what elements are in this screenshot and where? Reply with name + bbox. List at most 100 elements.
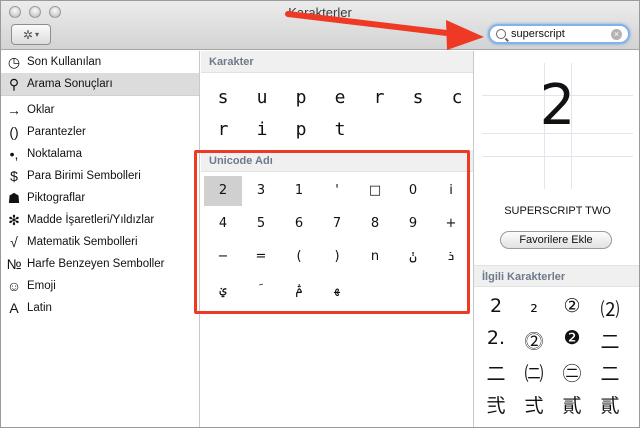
- unicode-character-cell[interactable]: ࢩ: [204, 275, 242, 305]
- window-title: Karakterler: [288, 5, 352, 20]
- unicode-character-cell[interactable]: −: [204, 242, 242, 272]
- related-character-cell[interactable]: 貳: [591, 391, 629, 418]
- sidebar-item-math-symbols[interactable]: √ Matematik Sembolleri: [1, 231, 199, 253]
- search-field[interactable]: ×: [488, 24, 630, 44]
- unicode-character-cell[interactable]: i: [432, 176, 470, 206]
- related-character-cell[interactable]: ②: [553, 295, 591, 317]
- sidebar-item-label: Piktograflar: [27, 192, 86, 204]
- sidebar-item-label: Madde İşaretleri/Yıldızlar: [27, 214, 155, 226]
- character-cell[interactable]: u: [243, 87, 281, 108]
- character-cell[interactable]: c: [438, 87, 476, 108]
- unicode-character-cell[interactable]: 1: [280, 176, 318, 206]
- sidebar-item-label: Harfe Benzeyen Semboller: [27, 258, 165, 270]
- unicode-section-header: Unicode Adı: [201, 150, 473, 172]
- character-cell[interactable]: t: [321, 119, 359, 140]
- unicode-character-cell[interactable]: 2: [204, 176, 242, 206]
- clear-search-icon[interactable]: ×: [611, 28, 622, 40]
- asterisk-icon: ✻: [8, 211, 20, 228]
- unicode-character-cell[interactable]: ﮭ: [318, 275, 356, 305]
- related-character-cell[interactable]: 弍: [515, 391, 553, 418]
- unicode-character-cell[interactable]: 4: [204, 209, 242, 239]
- sidebar-item-label: Parantezler: [27, 126, 86, 138]
- sidebar-item-search-results[interactable]: ⚲ Arama Sonuçları: [1, 73, 199, 95]
- related-character-cell[interactable]: ⑵: [591, 295, 629, 322]
- dollar-icon: $: [10, 168, 18, 184]
- related-character-cell[interactable]: 貳: [553, 391, 591, 418]
- sidebar-item-punctuation[interactable]: •, Noktalama: [1, 143, 199, 165]
- sidebar-item-recent[interactable]: ◷ Son Kullanılan: [1, 51, 199, 73]
- character-cell[interactable]: p: [282, 119, 320, 140]
- sidebar-item-parentheses[interactable]: () Parantezler: [1, 121, 199, 143]
- related-character-cell[interactable]: ⓶: [515, 327, 553, 354]
- unicode-character-cell[interactable]: 8: [356, 209, 394, 239]
- smiley-icon: ☺: [6, 278, 22, 294]
- sidebar-item-arrows[interactable]: → Oklar: [1, 99, 199, 121]
- character-section-header: Karakter: [201, 51, 473, 73]
- related-character-cell[interactable]: ₂: [515, 295, 553, 317]
- detail-panel: 2 SUPERSCRIPT TWO Favorilere Ekle İlgili…: [473, 51, 639, 427]
- related-character-cell[interactable]: ❷: [553, 327, 591, 349]
- results-panel: Karakter superscript Unicode Adı 2 3 1 ' □ 0 i…: [201, 51, 476, 427]
- character-cell[interactable]: e: [321, 87, 359, 108]
- clock-icon: ◷: [7, 53, 21, 70]
- pictograph-icon: ☗: [7, 189, 21, 206]
- unicode-character-cell[interactable]: ): [318, 242, 356, 272]
- character-name: SUPERSCRIPT TWO: [504, 205, 611, 217]
- sidebar-item-label: Matematik Sembolleri: [27, 236, 138, 248]
- related-character-cell[interactable]: 二: [477, 359, 515, 386]
- sidebar-item-pictographs[interactable]: ☗ Piktograflar: [1, 187, 199, 209]
- search-input[interactable]: [511, 28, 607, 40]
- character-cell[interactable]: s: [399, 87, 437, 108]
- unicode-character-cell[interactable]: (: [280, 242, 318, 272]
- unicode-character-cell[interactable]: 6: [280, 209, 318, 239]
- sidebar-item-label: Son Kullanılan: [27, 56, 102, 68]
- unicode-character-cell[interactable]: 0: [394, 176, 432, 206]
- square-root-icon: √: [10, 234, 18, 250]
- unicode-character-cell[interactable]: ݩ: [394, 242, 432, 272]
- sidebar-item-bullets-stars[interactable]: ✻ Madde İşaretleri/Yıldızlar: [1, 209, 199, 231]
- gear-icon: ✲: [22, 27, 34, 42]
- character-cell[interactable]: r: [204, 119, 242, 140]
- unicode-character-cell[interactable]: ࢧ: [280, 275, 318, 305]
- preview-glyph: 2: [539, 73, 576, 138]
- unicode-character-cell[interactable]: n: [356, 242, 394, 272]
- related-character-cell[interactable]: ㈡: [515, 359, 553, 386]
- add-to-favorites-button[interactable]: Favorilere Ekle: [500, 231, 612, 249]
- unicode-character-cell[interactable]: □: [356, 176, 394, 206]
- baseline-guide: [482, 156, 633, 157]
- sidebar-item-label: Oklar: [27, 104, 55, 116]
- related-character-cell[interactable]: ㊁: [553, 359, 591, 386]
- character-cell[interactable]: r: [360, 87, 398, 108]
- sidebar-item-latin[interactable]: A Latin: [1, 297, 199, 319]
- magnifier-icon: ⚲: [8, 75, 20, 92]
- unicode-character-cell[interactable]: +: [432, 209, 470, 239]
- unicode-character-cell[interactable]: 3: [242, 176, 280, 206]
- sidebar-item-label: Para Birimi Sembolleri: [27, 170, 141, 182]
- character-cell[interactable]: s: [204, 87, 242, 108]
- arrow-icon: →: [7, 102, 21, 118]
- sidebar-divider: [1, 95, 199, 96]
- related-character-cell[interactable]: 弐: [477, 391, 515, 418]
- unicode-character-cell[interactable]: 9: [394, 209, 432, 239]
- unicode-character-cell[interactable]: ܪ: [432, 242, 470, 272]
- action-menu-button[interactable]: ✲ ▾: [11, 24, 51, 45]
- latin-a-icon: A: [9, 300, 19, 316]
- related-character-cell[interactable]: 2: [477, 295, 515, 317]
- related-characters-header: İlgili Karakterler: [474, 265, 639, 287]
- related-character-cell[interactable]: 2.: [477, 327, 515, 349]
- unicode-character-cell[interactable]: ﹶ: [242, 275, 280, 305]
- unicode-character-cell[interactable]: 5: [242, 209, 280, 239]
- related-character-cell[interactable]: 二: [591, 359, 629, 386]
- sidebar-item-emoji[interactable]: ☺ Emoji: [1, 275, 199, 297]
- sidebar-item-letterlike[interactable]: № Harfe Benzeyen Semboller: [1, 253, 199, 275]
- characters-window: Karakterler ✲ ▾ × ◷ Son Kullanılan ⚲ Ara…: [0, 0, 640, 428]
- related-character-cell[interactable]: 二: [591, 327, 629, 354]
- sidebar-item-currency[interactable]: $ Para Birimi Sembolleri: [1, 165, 199, 187]
- unicode-character-cell[interactable]: ': [318, 176, 356, 206]
- character-cell[interactable]: p: [282, 87, 320, 108]
- character-cell[interactable]: i: [243, 119, 281, 140]
- search-icon: [496, 29, 506, 39]
- unicode-character-cell[interactable]: 7: [318, 209, 356, 239]
- unicode-character-cell[interactable]: =: [242, 242, 280, 272]
- titlebar: Karakterler ✲ ▾ ×: [1, 1, 639, 50]
